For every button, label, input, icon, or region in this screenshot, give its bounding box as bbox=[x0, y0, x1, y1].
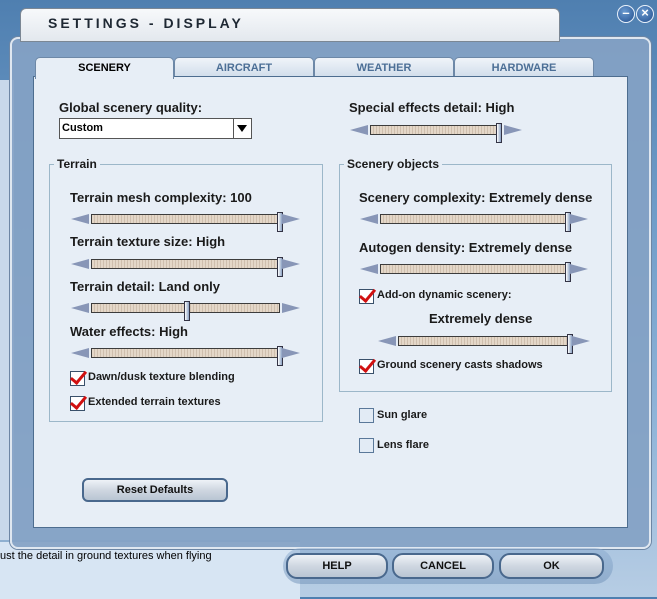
dawn-dusk-label: Dawn/dusk texture blending bbox=[88, 371, 235, 383]
slider-decrease-icon[interactable] bbox=[360, 264, 378, 274]
slider-track[interactable] bbox=[380, 262, 571, 282]
scenery-complexity-slider[interactable] bbox=[360, 212, 588, 232]
tab-weather[interactable]: WEATHER bbox=[314, 57, 454, 78]
slider-increase-icon[interactable] bbox=[282, 303, 300, 313]
reset-defaults-button[interactable]: Reset Defaults bbox=[82, 478, 228, 502]
close-icon[interactable]: × bbox=[636, 5, 654, 23]
scenery-objects-group-title: Scenery objects bbox=[344, 157, 443, 171]
sun-glare-label: Sun glare bbox=[377, 409, 428, 421]
special-effects-label: Special effects detail: High bbox=[349, 100, 515, 115]
autogen-density-label: Autogen density: Extremely dense bbox=[359, 240, 573, 255]
extended-terrain-checkbox[interactable] bbox=[70, 396, 85, 411]
slider-increase-icon[interactable] bbox=[282, 214, 300, 224]
slider-track[interactable] bbox=[380, 212, 571, 232]
tab-aircraft[interactable]: AIRCRAFT bbox=[174, 57, 314, 78]
global-quality-dropdown[interactable]: Custom bbox=[59, 118, 252, 139]
slider-track[interactable] bbox=[370, 123, 503, 143]
slider-decrease-icon[interactable] bbox=[350, 125, 368, 135]
dawn-dusk-checkbox[interactable] bbox=[70, 371, 85, 386]
slider-decrease-icon[interactable] bbox=[378, 336, 396, 346]
window-title: SETTINGS - DISPLAY bbox=[48, 15, 244, 31]
lens-flare-checkbox[interactable] bbox=[359, 438, 374, 453]
addon-scenery-slider[interactable] bbox=[378, 334, 590, 354]
cancel-button[interactable]: CANCEL bbox=[392, 553, 494, 579]
slider-increase-icon[interactable] bbox=[282, 259, 300, 269]
slider-decrease-icon[interactable] bbox=[71, 214, 89, 224]
tab-hardware[interactable]: HARDWARE bbox=[454, 57, 594, 78]
slider-increase-icon[interactable] bbox=[572, 336, 590, 346]
slider-increase-icon[interactable] bbox=[282, 348, 300, 358]
hint-text: ust the detail in ground textures when f… bbox=[0, 550, 212, 562]
special-effects-slider[interactable] bbox=[350, 123, 522, 143]
global-quality-value: Custom bbox=[62, 122, 103, 134]
slider-thumb[interactable] bbox=[496, 123, 503, 143]
help-button[interactable]: HELP bbox=[286, 553, 388, 579]
water-effects-slider[interactable] bbox=[71, 346, 300, 366]
tab-scenery[interactable]: SCENERY bbox=[35, 57, 174, 79]
slider-decrease-icon[interactable] bbox=[71, 303, 89, 313]
terrain-detail-label: Terrain detail: Land only bbox=[70, 279, 221, 294]
slider-decrease-icon[interactable] bbox=[71, 259, 89, 269]
slider-track[interactable] bbox=[91, 346, 283, 366]
terrain-mesh-label: Terrain mesh complexity: 100 bbox=[70, 190, 252, 205]
autogen-density-slider[interactable] bbox=[360, 262, 588, 282]
slider-track[interactable] bbox=[91, 212, 283, 232]
terrain-texture-slider[interactable] bbox=[71, 257, 300, 277]
minimize-icon[interactable]: – bbox=[617, 5, 635, 23]
slider-track[interactable] bbox=[398, 334, 573, 354]
slider-decrease-icon[interactable] bbox=[71, 348, 89, 358]
ground-shadows-checkbox[interactable] bbox=[359, 359, 374, 374]
terrain-mesh-slider[interactable] bbox=[71, 212, 300, 232]
terrain-texture-label: Terrain texture size: High bbox=[70, 234, 226, 249]
scenery-complexity-label: Scenery complexity: Extremely dense bbox=[359, 190, 593, 205]
slider-increase-icon[interactable] bbox=[570, 214, 588, 224]
global-quality-label: Global scenery quality: bbox=[59, 100, 203, 115]
chevron-down-icon[interactable] bbox=[233, 119, 251, 138]
lens-flare-label: Lens flare bbox=[377, 439, 429, 451]
slider-thumb[interactable] bbox=[183, 301, 190, 321]
terrain-detail-slider[interactable] bbox=[71, 301, 300, 321]
slider-increase-icon[interactable] bbox=[570, 264, 588, 274]
slider-decrease-icon[interactable] bbox=[360, 214, 378, 224]
sun-glare-checkbox[interactable] bbox=[359, 408, 374, 423]
slider-track[interactable] bbox=[91, 257, 283, 277]
ground-shadows-label: Ground scenery casts shadows bbox=[377, 359, 543, 371]
extended-terrain-label: Extended terrain textures bbox=[88, 396, 221, 408]
addon-scenery-value: Extremely dense bbox=[429, 311, 533, 326]
addon-scenery-label: Add-on dynamic scenery: bbox=[377, 289, 512, 301]
terrain-group-title: Terrain bbox=[54, 157, 100, 171]
slider-increase-icon[interactable] bbox=[504, 125, 522, 135]
addon-scenery-checkbox[interactable] bbox=[359, 289, 374, 304]
ok-button[interactable]: OK bbox=[499, 553, 604, 579]
water-effects-label: Water effects: High bbox=[70, 324, 188, 339]
slider-track[interactable] bbox=[91, 301, 280, 321]
